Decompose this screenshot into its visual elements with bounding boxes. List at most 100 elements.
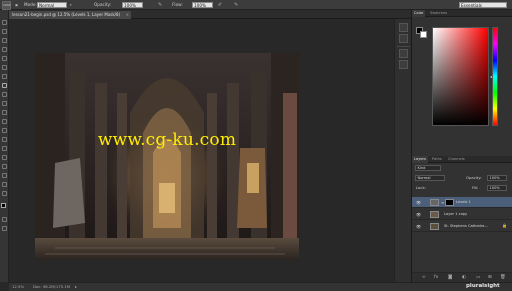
cathedral-interior-image [35, 53, 299, 260]
properties-panel-icon[interactable] [399, 34, 408, 43]
layer-opacity-field[interactable]: 100% [487, 175, 507, 181]
layer-thumbnail [430, 223, 439, 230]
lasso-tool-icon[interactable] [2, 38, 7, 43]
tab-color[interactable]: Color [412, 10, 426, 17]
new-layer-icon[interactable]: ⊞ [488, 275, 492, 280]
marquee-tool-icon[interactable] [2, 29, 7, 34]
flow-label: Flow: [172, 1, 183, 7]
dock-divider [397, 46, 410, 47]
fill-label: Fill: [472, 185, 479, 190]
color-panel-tabs: Color Swatches [412, 10, 512, 17]
healing-brush-tool-icon[interactable] [2, 74, 7, 79]
workspace-switcher[interactable]: Essentials [459, 1, 507, 8]
crop-tool-icon[interactable] [2, 56, 7, 61]
doc-size-info: Doc: 98.2M/175.1M [33, 284, 70, 289]
layer-opacity-label: Opacity: [466, 175, 482, 180]
tab-channels[interactable]: Channels [446, 156, 467, 163]
close-icon[interactable]: × [126, 11, 129, 19]
link-layers-icon[interactable]: ∞ [422, 275, 426, 280]
mode-select[interactable]: Normal [37, 1, 67, 8]
options-bar: 1900 ▣ Mode: Normal ▾ Opacity: 100% ✎ Fl… [0, 0, 512, 10]
layer-row[interactable]: 👁 ∞ Levels 1 [412, 197, 512, 208]
eyedropper-tool-icon[interactable] [2, 65, 7, 70]
lock-label: Lock: [416, 185, 426, 190]
background-swatch[interactable] [420, 31, 427, 38]
document-canvas[interactable]: www.cg-ku.com [9, 19, 394, 282]
layer-name: Levels 1 [456, 200, 471, 204]
path-selection-tool-icon[interactable] [2, 164, 7, 169]
cathedral-photo: www.cg-ku.com [35, 53, 299, 260]
add-mask-icon[interactable]: ◙ [448, 275, 452, 280]
status-bar: 12.5% Doc: 98.2M/175.1M ▸ [9, 282, 411, 291]
adjustment-layer-icon[interactable]: ◐ [462, 275, 466, 280]
layer-row[interactable]: 👁 Layer 1 copy [412, 209, 512, 220]
history-brush-tool-icon[interactable] [2, 101, 7, 106]
hand-tool-icon[interactable] [2, 182, 7, 187]
opacity-label: Opacity: [94, 1, 112, 7]
type-tool-icon[interactable] [2, 155, 7, 160]
blend-mode-select[interactable]: Normal [415, 175, 445, 181]
layer-mask-thumbnail[interactable] [445, 199, 454, 206]
tab-layers[interactable]: Layers [412, 156, 428, 163]
layer-row[interactable]: 👁 St. Stephens Cathedra... 🔒 [412, 221, 512, 232]
eraser-tool-icon[interactable] [2, 110, 7, 115]
pressure-opacity-icon[interactable]: ✎ [158, 2, 162, 8]
pen-tool-icon[interactable] [2, 146, 7, 151]
eye-icon[interactable]: 👁 [416, 200, 421, 205]
fill-field[interactable]: 100% [487, 185, 507, 191]
screen-mode-icon[interactable] [2, 226, 7, 231]
history-panel-icon[interactable] [399, 23, 408, 32]
photoshop-window: 1900 ▣ Mode: Normal ▾ Opacity: 100% ✎ Fl… [0, 0, 512, 291]
quick-mask-icon[interactable] [2, 217, 7, 222]
document-tab[interactable]: lesson21-begin.psd @ 12.5% (Levels 1, La… [9, 11, 131, 19]
panel-dock-strip [394, 19, 411, 282]
blur-tool-icon[interactable] [2, 128, 7, 133]
brush-size: 1900 [3, 2, 11, 7]
chevron-down-icon: ▾ [70, 2, 72, 7]
clone-source-panel-icon[interactable] [399, 60, 408, 69]
layer-filter-select[interactable]: Kind [415, 165, 441, 171]
brush-panel-icon[interactable] [399, 49, 408, 58]
zoom-level[interactable]: 12.5% [12, 283, 24, 291]
flow-field[interactable]: 100% [192, 1, 213, 8]
dodge-tool-icon[interactable] [2, 137, 7, 142]
foreground-color-swatch[interactable] [1, 203, 6, 208]
move-tool-icon[interactable] [2, 20, 7, 25]
hue-slider[interactable] [492, 27, 498, 126]
layer-style-icon[interactable]: fx [434, 275, 438, 280]
brush-tool-icon[interactable] [2, 83, 7, 88]
gradient-tool-icon[interactable] [2, 119, 7, 124]
color-field[interactable] [432, 27, 489, 126]
watermark-text: www.cg-ku.com [97, 130, 237, 150]
airbrush-icon[interactable]: ✐ [218, 2, 222, 8]
brush-preset-picker[interactable]: 1900 [2, 0, 11, 10]
eye-icon[interactable]: 👁 [416, 212, 421, 217]
layers-panel-tabs: Layers Paths Channels [412, 156, 512, 163]
right-panels: Color Swatches ◂ Layers Paths Channels K… [411, 10, 512, 282]
link-icon[interactable]: ∞ [441, 200, 444, 205]
pressure-size-icon[interactable]: ✎ [234, 2, 238, 8]
shape-tool-icon[interactable] [2, 173, 7, 178]
tab-paths[interactable]: Paths [430, 156, 444, 163]
document-tab-title: lesson21-begin.psd @ 12.5% (Levels 1, La… [12, 12, 121, 17]
hue-marker-icon: ◂ [490, 74, 493, 79]
layer-thumbnail [430, 211, 439, 218]
layer-name: St. Stephens Cathedra... [444, 224, 488, 228]
new-group-icon[interactable]: ▭ [476, 275, 480, 280]
layer-name: Layer 1 copy [444, 212, 468, 216]
layers-panel-footer: ∞ fx ◙ ◐ ▭ ⊞ 🗑 [412, 272, 512, 282]
trash-icon[interactable]: 🗑 [500, 275, 506, 280]
opacity-field[interactable]: 100% [122, 1, 143, 8]
brush-panel-icon[interactable]: ▣ [15, 2, 18, 8]
tools-panel [0, 10, 9, 282]
zoom-tool-icon[interactable] [2, 191, 7, 196]
status-menu-arrow-icon[interactable]: ▸ [75, 283, 77, 291]
adjustment-thumbnail [430, 199, 439, 206]
pluralsight-logo: pluralsight [466, 283, 500, 289]
clone-stamp-tool-icon[interactable] [2, 92, 7, 97]
document-tab-bar: lesson21-begin.psd @ 12.5% (Levels 1, La… [9, 10, 411, 19]
quick-select-tool-icon[interactable] [2, 47, 7, 52]
eye-icon[interactable]: 👁 [416, 224, 421, 229]
tab-swatches[interactable]: Swatches [428, 10, 449, 17]
mode-label: Mode: [24, 1, 37, 7]
